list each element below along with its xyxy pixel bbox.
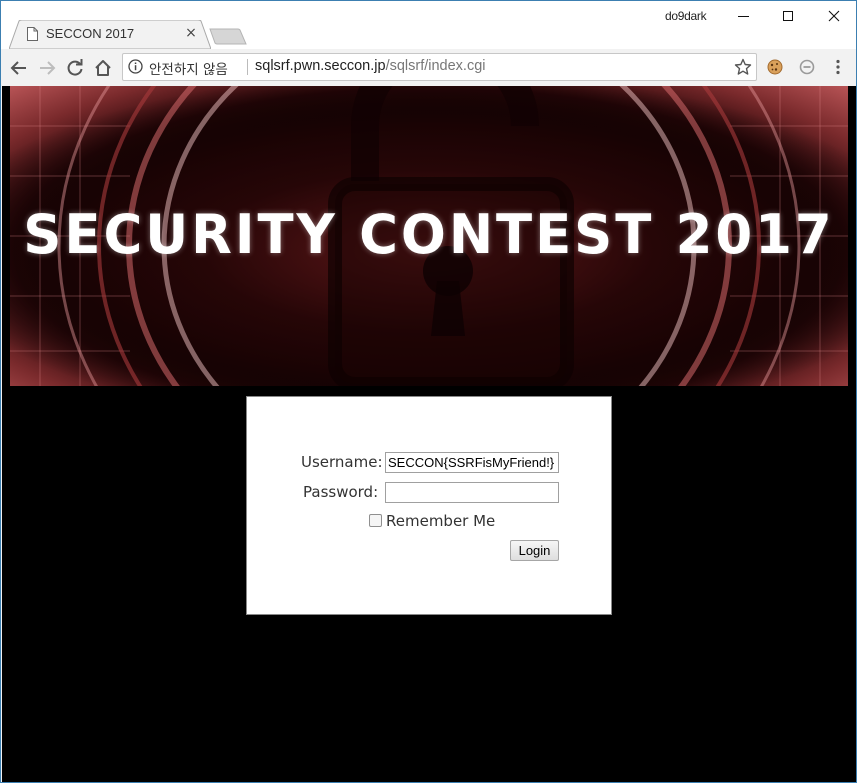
star-icon[interactable]: [734, 58, 752, 76]
password-label: Password:: [303, 483, 379, 501]
maximize-button[interactable]: [766, 1, 812, 31]
omnibox-divider: [247, 59, 248, 75]
new-tab-icon[interactable]: [209, 28, 247, 45]
password-field[interactable]: [385, 482, 559, 503]
minimize-icon: [738, 16, 749, 17]
minimize-button[interactable]: [721, 1, 767, 31]
username-field[interactable]: SECCON{SSRFisMyFriend!}: [385, 452, 559, 473]
remember-me-label[interactable]: Remember Me: [386, 512, 495, 530]
tab-title: SECCON 2017: [46, 26, 135, 41]
reload-icon[interactable]: [65, 58, 85, 78]
banner-title: SECURITY CONTEST 2017: [23, 203, 835, 266]
username-label: Username:: [301, 453, 383, 471]
forward-icon[interactable]: [37, 58, 57, 78]
url-path: /sqlsrf/index.cgi: [385, 58, 486, 74]
cookie-extension-icon[interactable]: [766, 58, 784, 76]
login-button[interactable]: Login: [510, 540, 559, 561]
profile-name[interactable]: do9dark: [665, 9, 707, 23]
security-status[interactable]: 안전하지 않음: [149, 58, 228, 78]
remember-me-checkbox[interactable]: [369, 514, 382, 527]
menu-icon[interactable]: [831, 58, 845, 76]
browser-window: SECCON 2017 × do9dark 안전하지 않음 sqlsrf.pwn…: [0, 0, 857, 783]
page-icon: [27, 27, 38, 41]
block-extension-icon[interactable]: [798, 58, 816, 76]
close-icon[interactable]: ×: [184, 26, 198, 40]
back-icon[interactable]: [9, 58, 29, 78]
maximize-icon: [783, 11, 793, 21]
home-icon[interactable]: [93, 58, 113, 78]
window-close-button[interactable]: [811, 1, 856, 31]
login-form: [246, 396, 612, 615]
banner-image: SECURITY CONTEST 2017: [10, 86, 848, 386]
url-host: sqlsrf.pwn.seccon.jp: [255, 58, 386, 74]
window-close-icon: [828, 10, 840, 22]
url-text[interactable]: sqlsrf.pwn.seccon.jp/sqlsrf/index.cgi: [255, 58, 486, 74]
info-icon[interactable]: [128, 59, 143, 74]
